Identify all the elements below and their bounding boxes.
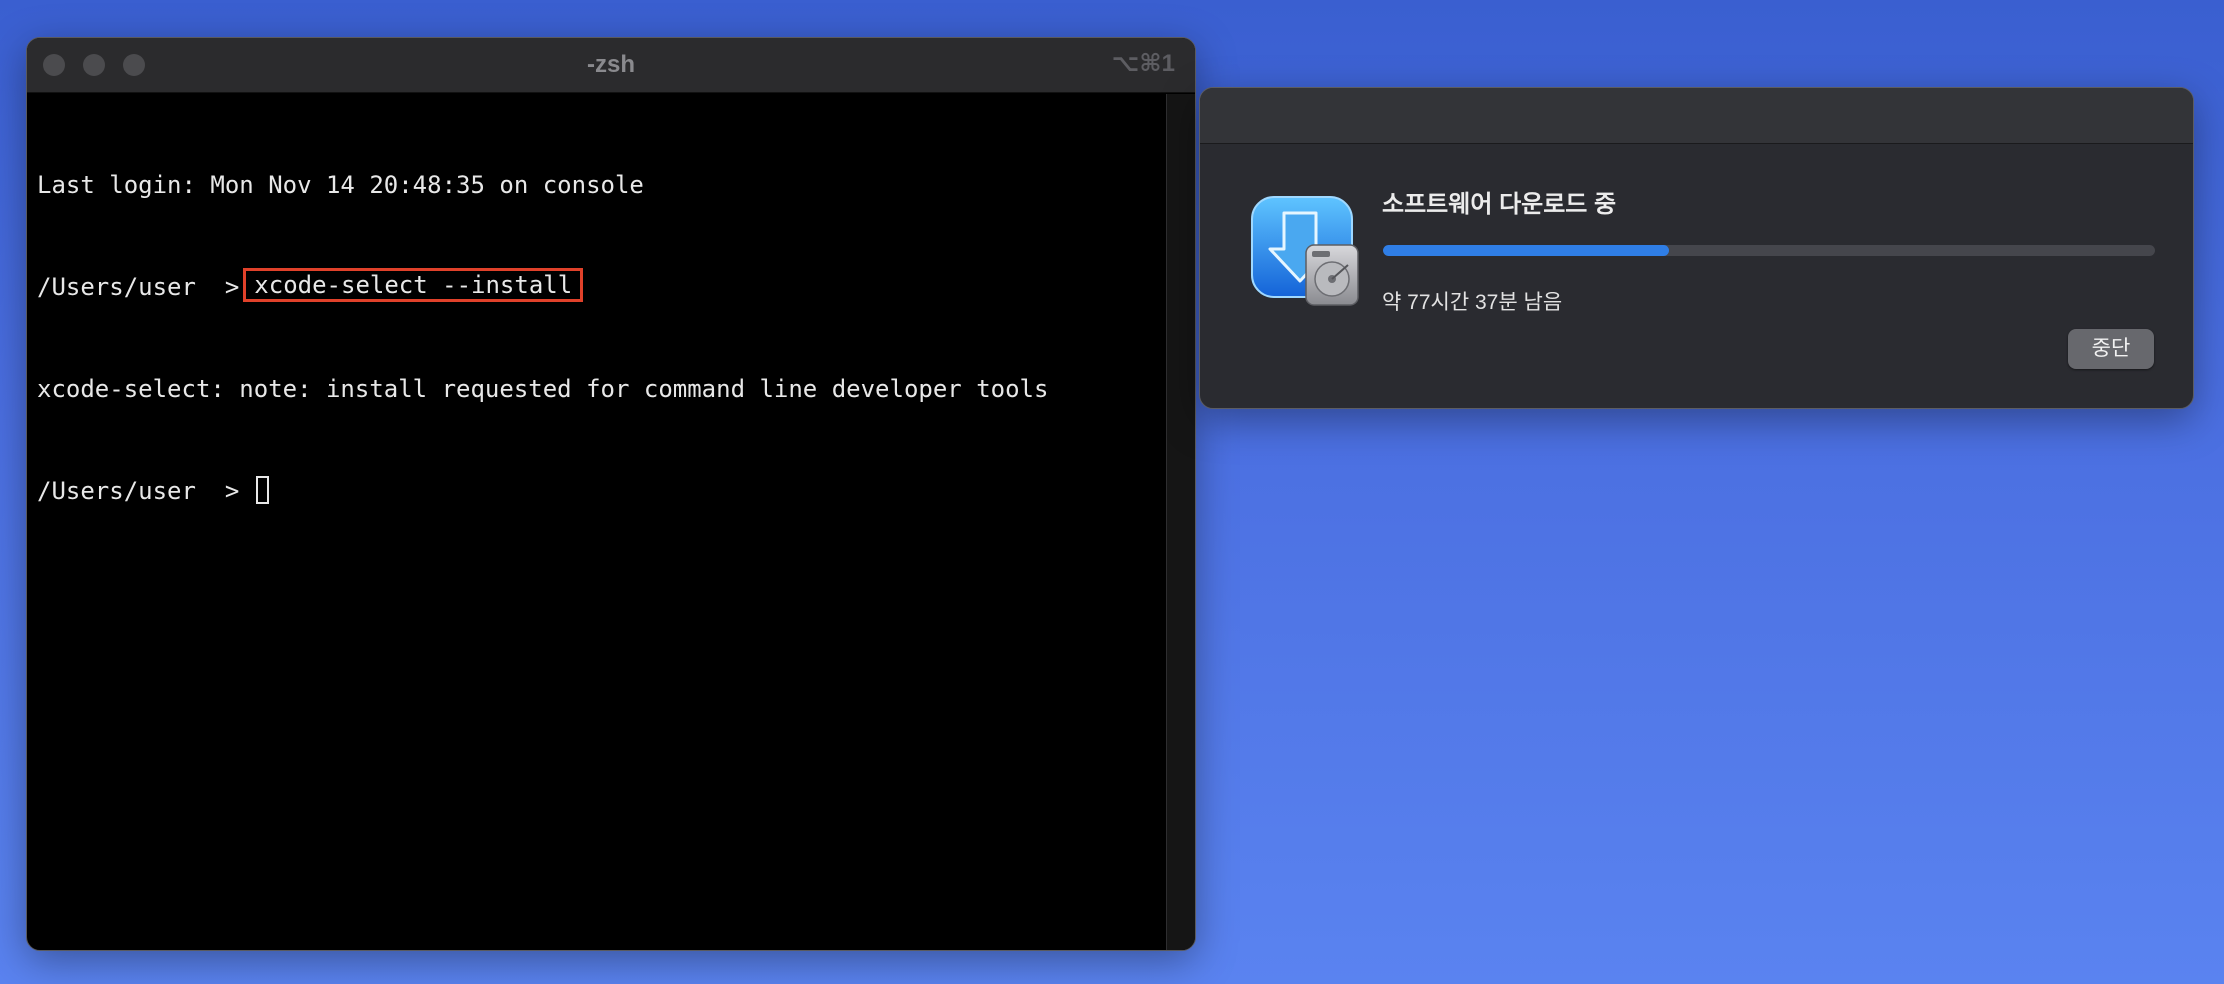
text-cursor <box>255 476 269 504</box>
terminal-scrollbar[interactable] <box>1166 94 1195 950</box>
terminal-titlebar[interactable]: -zsh ⌥⌘1 <box>27 38 1195 93</box>
terminal-line-note: xcode-select: note: install requested fo… <box>37 372 1165 406</box>
dialog-title: 소프트웨어 다운로드 중 <box>1382 191 1617 218</box>
stop-button[interactable]: 중단 <box>2068 329 2154 369</box>
highlighted-command: xcode-select --install <box>243 268 584 302</box>
terminal-title: -zsh <box>587 51 635 78</box>
install-dialog[interactable]: 소프트웨어 다운로드 중 약 77시간 37분 남음 중단 <box>1199 87 2194 409</box>
prompt-text: /Users/user > <box>37 477 240 505</box>
login-text: Last login: Mon Nov 14 20:48:35 on conso… <box>37 171 644 199</box>
terminal-line-prompt: /Users/user > <box>37 474 1165 508</box>
download-progress-fill <box>1383 245 1669 256</box>
prompt-text: /Users/user > <box>37 273 240 301</box>
download-progress-bar <box>1383 245 2155 256</box>
time-remaining-text: 약 77시간 37분 남음 <box>1382 291 1563 314</box>
dialog-titlebar[interactable] <box>1200 88 2193 144</box>
note-text: xcode-select: note: install requested fo… <box>37 375 1049 403</box>
terminal-line-command: /Users/user > xcode-select --install <box>37 268 1165 304</box>
terminal-window[interactable]: -zsh ⌥⌘1 Last login: Mon Nov 14 20:48:35… <box>26 37 1196 951</box>
xcode-installer-icon <box>1250 195 1362 307</box>
terminal-line-login: Last login: Mon Nov 14 20:48:35 on conso… <box>37 168 1165 202</box>
window-shortcut-label: ⌥⌘1 <box>1111 50 1175 77</box>
terminal-output[interactable]: Last login: Mon Nov 14 20:48:35 on conso… <box>37 100 1165 950</box>
